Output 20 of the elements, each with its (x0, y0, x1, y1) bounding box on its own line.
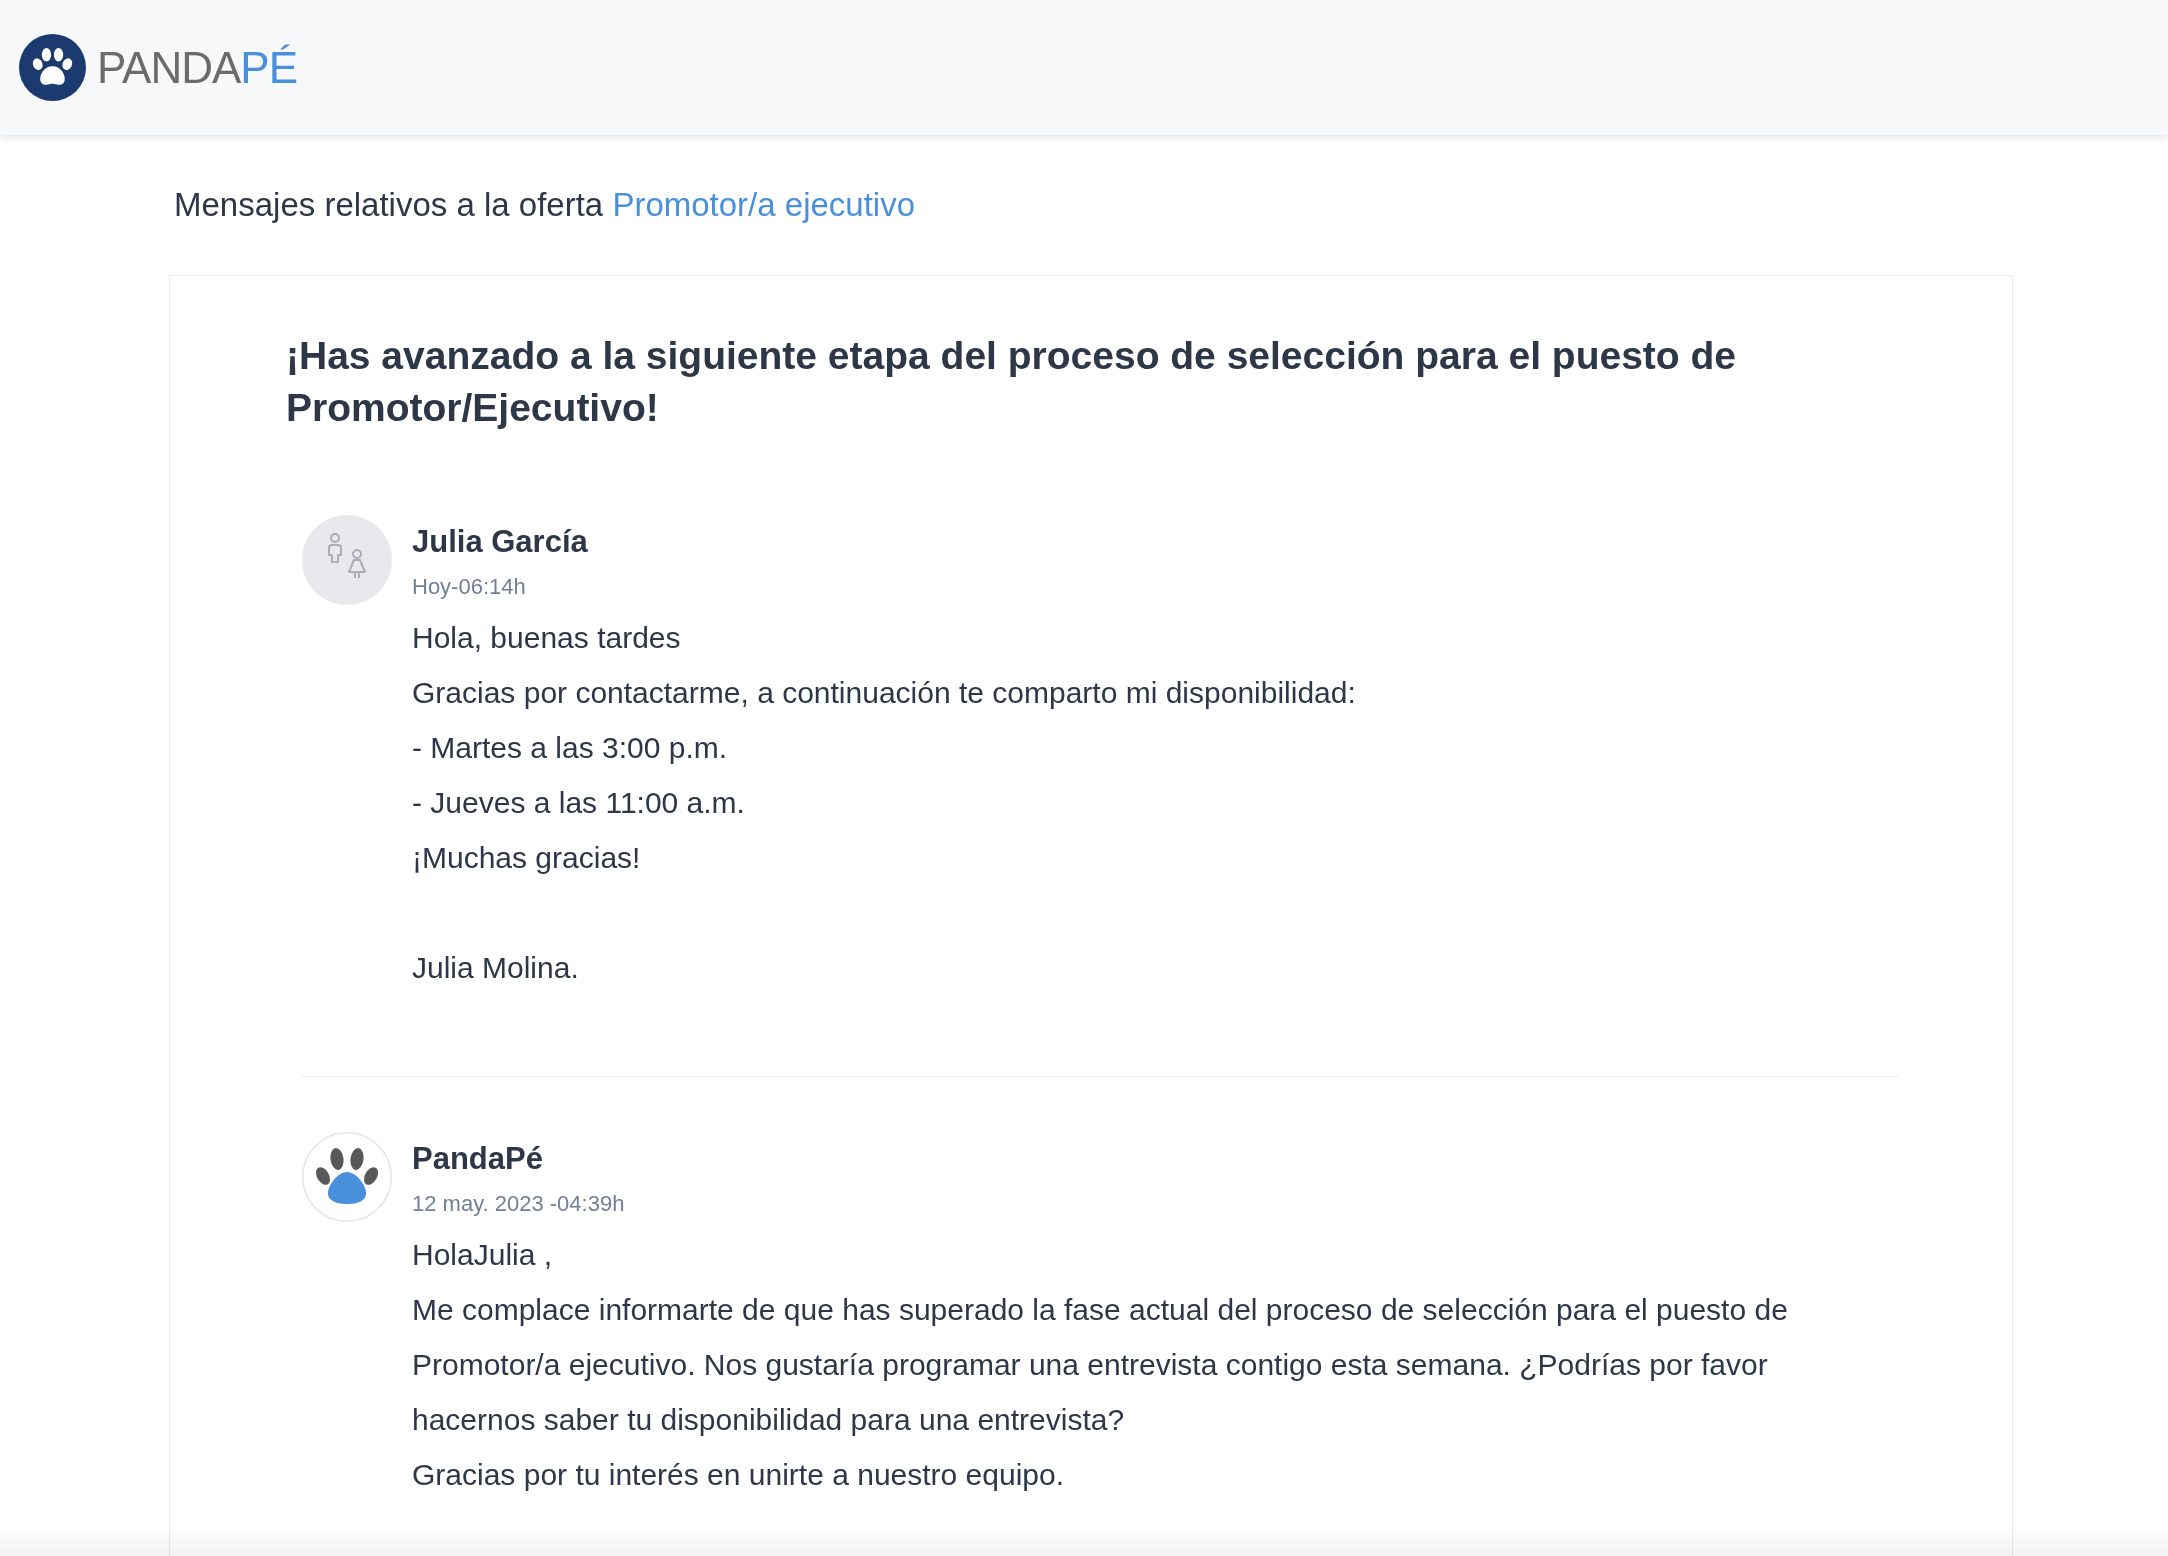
message-text: Gracias por contactarme, a continuación te comparto mi disponibilidad: (412, 675, 1356, 711)
message-time: 12 may. 2023 -04:39h (412, 1191, 625, 1217)
offer-caption: Mensajes relativos a la oferta Promotor/a ejecutivo (173, 185, 916, 225)
logo-text: PANDAPÉ (97, 45, 298, 90)
message-text: - Martes a las 3:00 p.m. (412, 730, 728, 766)
offer-link[interactable]: Promotor/a ejecutivo (612, 186, 916, 223)
message-text: - Jueves a las 11:00 a.m. (412, 785, 745, 821)
paw-logo-icon (19, 34, 86, 101)
message-text: Me complace informarte de que has superado la fase actual del proceso de selección para el puesto de Promotor/a ejecutivo. Nos gustaría programar una entrevista contigo esta semana. ¿Podrías por favor hacernos saber tu disponibilidad para una entrevista? (412, 1292, 1789, 1438)
message-time: Hoy-06:14h (412, 574, 526, 600)
people-avatar-icon (302, 515, 392, 605)
paw-avatar-icon (302, 1132, 392, 1222)
message-text: Hola, buenas tardes (412, 620, 681, 656)
sender-name: PandaPé (412, 1140, 543, 1178)
message-text: ¡Muchas gracias! (412, 840, 641, 876)
message-signature: Julia Molina. (412, 950, 579, 986)
sender-name: Julia García (412, 523, 588, 561)
message-text: HolaJulia , (412, 1237, 553, 1273)
message-text: Gracias por tu interés en unirte a nuestro equipo. (412, 1457, 1065, 1493)
thread-title: ¡Has avanzado a la siguiente etapa del proceso de selección para el puesto de Promotor/Ejecutivo! (286, 333, 1737, 431)
